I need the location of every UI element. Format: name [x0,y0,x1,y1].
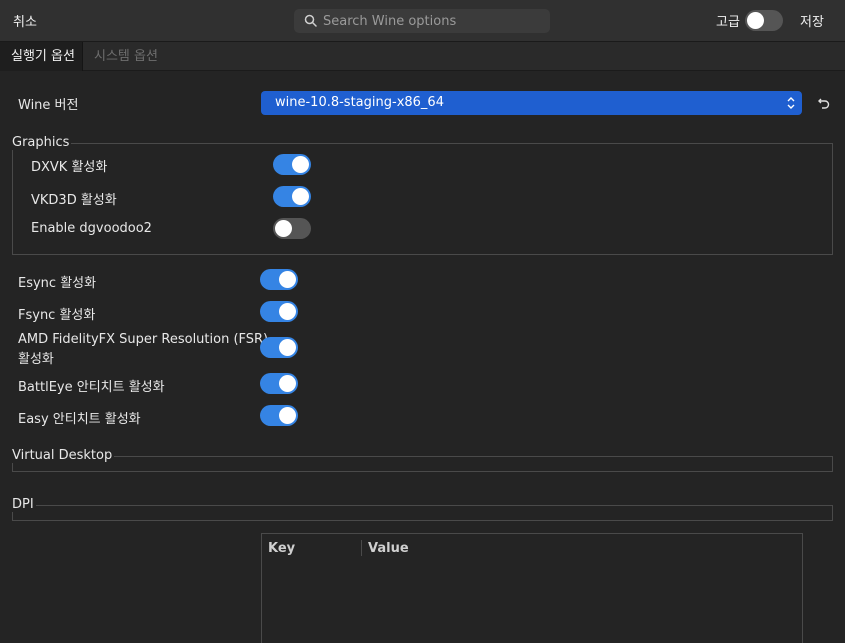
vkd3d-label: VKD3D 활성화 [31,193,117,208]
dxvk-toggle[interactable] [273,154,311,175]
vkd3d-toggle[interactable] [273,186,311,207]
wine-version-label: Wine 버전 [18,98,79,113]
easy-anticheat-toggle[interactable] [260,405,298,426]
updown-arrows-icon [787,97,795,109]
search-input[interactable] [323,9,543,33]
dgvoodoo2-toggle[interactable] [273,218,311,239]
dgvoodoo2-label: Enable dgvoodoo2 [31,221,152,236]
header-bar: 취소 고급 저장 [0,0,845,42]
wine-version-select[interactable]: wine-10.8-staging-x86_64 [261,91,802,115]
graphics-frame-title: Graphics [12,135,72,150]
dpi-frame [12,505,833,521]
cancel-button[interactable]: 취소 [13,11,37,30]
advanced-toggle[interactable] [745,10,783,31]
advanced-label: 고급 [716,15,740,30]
tab-bar: 실행기 옵션 시스템 옵션 [0,42,845,71]
battleye-label: BattlEye 안티치트 활성화 [18,380,165,395]
search-icon [304,14,317,27]
reset-icon[interactable] [817,96,831,110]
virtual-desktop-frame [12,456,833,472]
fsr-toggle[interactable] [260,337,298,358]
column-separator [361,540,362,556]
battleye-toggle[interactable] [260,373,298,394]
tab-system-options[interactable]: 시스템 옵션 [94,42,158,71]
save-button[interactable]: 저장 [800,11,824,30]
esync-toggle[interactable] [260,269,298,290]
fsr-label-line2: 활성화 [18,352,54,367]
easy-anticheat-label: Easy 안티치트 활성화 [18,412,141,427]
env-variables-table[interactable]: Key Value [261,533,803,643]
esync-label: Esync 활성화 [18,276,97,291]
tab-runner-options[interactable]: 실행기 옵션 [0,42,83,71]
dxvk-label: DXVK 활성화 [31,160,108,175]
wine-version-value: wine-10.8-staging-x86_64 [275,95,444,110]
fsr-label-line1: AMD FidelityFX Super Resolution (FSR) [18,332,269,347]
dpi-title: DPI [12,497,36,512]
fsync-toggle[interactable] [260,301,298,322]
search-box[interactable] [294,9,550,33]
column-header-value[interactable]: Value [368,541,409,556]
virtual-desktop-title: Virtual Desktop [12,448,115,463]
column-header-key[interactable]: Key [268,541,295,556]
fsync-label: Fsync 활성화 [18,308,96,323]
graphics-frame [12,143,833,255]
